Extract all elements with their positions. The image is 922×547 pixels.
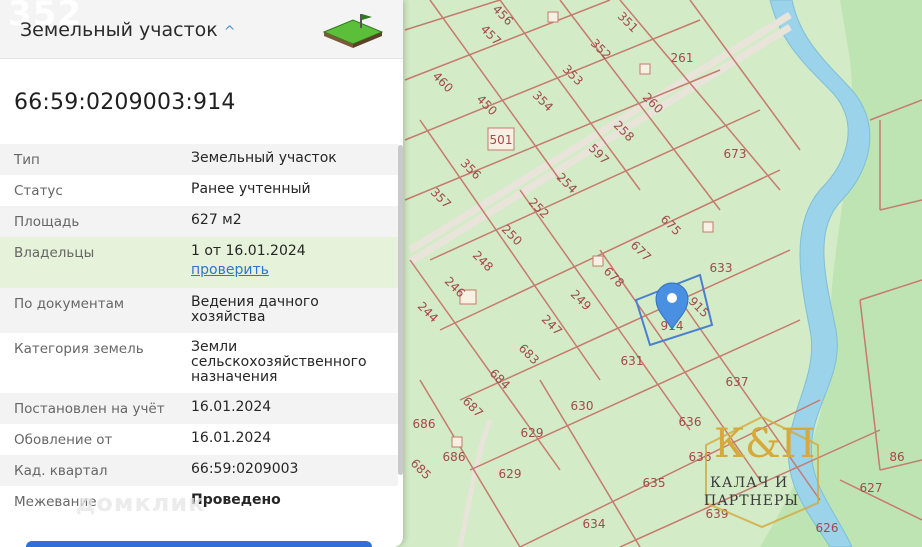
plot-label: 635: [643, 476, 666, 490]
plot-label: 686: [443, 450, 466, 464]
row-value: Земли сельскохозяйственного назначения: [191, 339, 367, 385]
row-quarter: Кад. квартал 66:59:0209003: [0, 455, 398, 486]
row-value: Ведения дачного хозяйства: [191, 294, 319, 325]
row-registered: Постановлен на учёт 16.01.2024: [0, 393, 398, 424]
logo-mark: К&П: [714, 421, 816, 467]
plot-label: 629: [499, 467, 522, 481]
row-label: Статус: [14, 183, 63, 199]
plot-label: 637: [726, 375, 749, 389]
row-value: 627 м2: [191, 212, 242, 228]
row-label: Владельцы: [14, 245, 95, 261]
scrollbar[interactable]: [398, 145, 403, 475]
row-value: 16.01.2024: [191, 430, 272, 446]
panel-title-text: Земельный участок: [20, 19, 218, 41]
plot-label: 633: [710, 261, 733, 275]
plot-label: 261: [671, 51, 694, 65]
plot-label: 686: [413, 417, 436, 431]
owners-value: 1 от 16.01.2024: [191, 243, 306, 259]
panel-header[interactable]: 352 Земельный участок ^: [0, 0, 403, 59]
row-value: 16.01.2024: [191, 399, 272, 415]
plot-label: 501: [490, 133, 513, 147]
logo-line-2: ПАРТНЕРЫ: [704, 493, 800, 509]
check-owners-link[interactable]: проверить: [191, 262, 269, 278]
row-land-category: Категория земель Земли сельскохозяйствен…: [0, 333, 398, 393]
row-label: По документам: [14, 296, 125, 312]
row-label: Площадь: [14, 214, 80, 230]
plot-label: 627: [860, 481, 883, 495]
land-plot-icon: [322, 14, 384, 48]
chevron-up-icon[interactable]: ^: [224, 24, 236, 40]
row-value: 1 от 16.01.2024 проверить: [191, 244, 391, 281]
plot-label: 636: [679, 415, 702, 429]
row-area: Площадь 627 м2: [0, 206, 398, 237]
row-value: Проведено: [191, 492, 281, 508]
panel-title[interactable]: Земельный участок ^: [20, 19, 236, 41]
row-label: Обовление от: [14, 432, 113, 448]
plot-label: 631: [621, 354, 644, 368]
row-label: Постановлен на учёт: [14, 401, 165, 417]
row-type: Тип Земельный участок: [0, 144, 398, 175]
plot-label: 629: [521, 426, 544, 440]
row-label: Кад. квартал: [14, 463, 108, 479]
row-documents: По документам Ведения дачного хозяйства: [0, 288, 398, 333]
row-value: Земельный участок: [191, 150, 337, 166]
action-button[interactable]: [26, 541, 372, 547]
cadastral-number: 66:59:0209003:914: [14, 90, 236, 115]
row-label: Категория земель: [14, 341, 144, 357]
parcel-info-panel: 352 Земельный участок ^ 66:59:0209003:914…: [0, 0, 403, 547]
row-owners: Владельцы 1 от 16.01.2024 проверить: [0, 237, 398, 288]
row-value: Ранее учтенный: [191, 181, 311, 197]
plot-label: 630: [571, 399, 594, 413]
row-label: Тип: [14, 152, 40, 168]
row-updated: Обовление от 16.01.2024: [0, 424, 398, 455]
logo-line-1: КАЛАЧ И: [710, 475, 789, 491]
plot-label: 86: [889, 450, 904, 464]
company-logo: К&П КАЛАЧ И ПАРТНЕРЫ: [700, 415, 825, 530]
plot-label: 673: [724, 147, 747, 161]
watermark: домклик: [76, 489, 206, 517]
plot-label: 634: [583, 517, 606, 531]
row-status: Статус Ранее учтенный: [0, 175, 398, 206]
row-value: 66:59:0209003: [191, 461, 299, 477]
